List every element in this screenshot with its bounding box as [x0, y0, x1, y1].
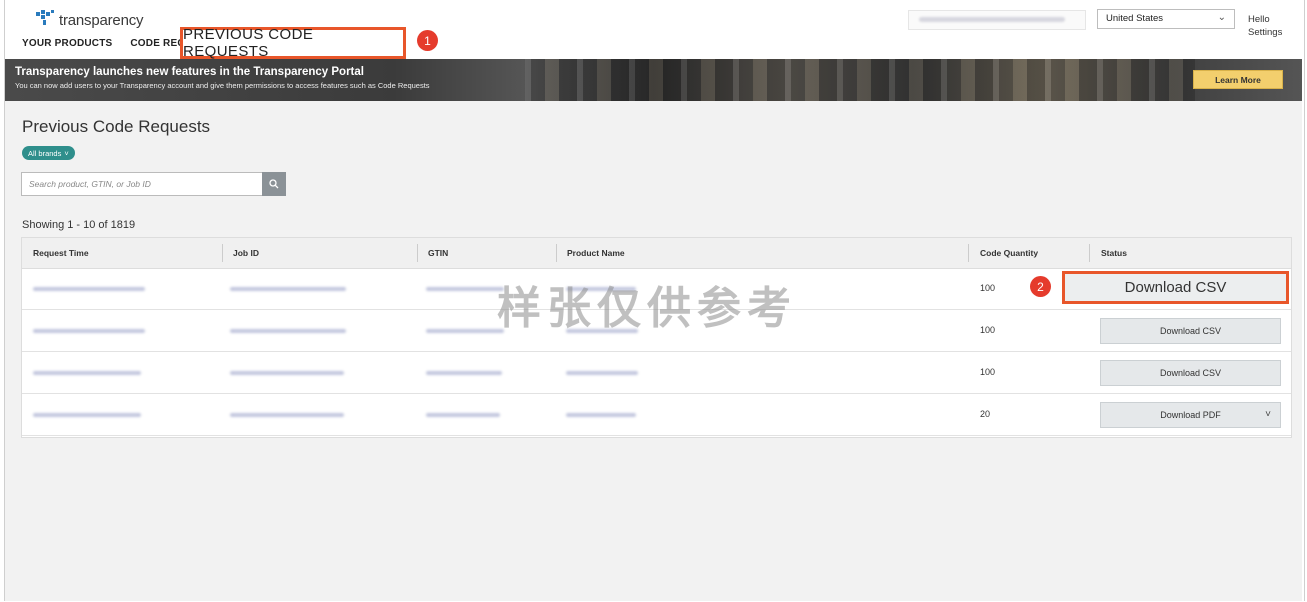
col-divider — [556, 244, 557, 262]
top-nav: YOUR PRODUCTS CODE REQUESTS — [22, 38, 188, 49]
brand-filter-label: All brands — [28, 148, 62, 158]
col-request-time[interactable]: Request Time — [33, 248, 89, 258]
user-menu[interactable]: Hello Settings — [1248, 13, 1282, 39]
page-title: Previous Code Requests — [22, 117, 211, 136]
code-quantity: 20 — [980, 409, 991, 419]
banner-background-image — [525, 59, 1195, 101]
download-csv-button[interactable]: Download CSV — [1100, 360, 1281, 386]
table-row: 100 Download CSV — [22, 352, 1291, 394]
table-row: 20 Download PDF ˅ — [22, 394, 1291, 436]
redacted-product-name — [566, 413, 636, 417]
redacted-gtin — [426, 287, 504, 291]
code-quantity: 100 — [980, 283, 996, 293]
download-button-label: Download CSV — [1159, 326, 1222, 336]
requests-table: Request Time Job ID GTIN Product Name Co… — [21, 237, 1292, 438]
callout-badge-2: 2 — [1030, 276, 1051, 297]
hello-label: Hello — [1248, 14, 1270, 25]
brand-filter-pill[interactable]: All brands ˅ — [22, 146, 75, 160]
banner-title: Transparency launches new features in th… — [15, 66, 364, 78]
banner-subtitle: You can now add users to your Transparen… — [15, 81, 430, 90]
col-divider — [1089, 244, 1090, 262]
callout-badge-1: 1 — [417, 30, 438, 51]
logo[interactable]: transparency — [34, 10, 144, 31]
country-select-value: United States — [1106, 13, 1164, 24]
redacted-job-id — [230, 287, 346, 291]
table-header: Request Time Job ID GTIN Product Name Co… — [22, 238, 1291, 269]
results-count: Showing 1 - 10 of 1819 — [22, 219, 136, 231]
download-pdf-button[interactable]: Download PDF ˅ — [1100, 402, 1281, 428]
redacted-request-time — [33, 329, 145, 333]
search-icon — [269, 179, 279, 189]
download-button-label: Download PDF — [1160, 410, 1221, 420]
redacted-gtin — [426, 371, 502, 375]
redacted-gtin — [426, 329, 504, 333]
settings-link[interactable]: Settings — [1248, 26, 1282, 39]
download-button-label: Download CSV — [1124, 279, 1227, 296]
redacted-job-id — [230, 413, 344, 417]
redacted-gtin — [426, 413, 500, 417]
col-divider — [222, 244, 223, 262]
code-quantity: 100 — [980, 325, 996, 335]
col-product-name[interactable]: Product Name — [567, 248, 625, 258]
col-code-quantity[interactable]: Code Quantity — [980, 248, 1038, 258]
col-job-id[interactable]: Job ID — [233, 248, 259, 258]
logo-text: transparency — [59, 12, 144, 29]
download-csv-button[interactable]: Download CSV — [1100, 318, 1281, 344]
chevron-down-icon: ˅ — [64, 148, 69, 158]
account-selector[interactable] — [908, 10, 1086, 30]
country-select[interactable]: United States ⌄ — [1097, 9, 1235, 29]
redacted-request-time — [33, 287, 145, 291]
search-input[interactable]: Search product, GTIN, or Job ID — [29, 179, 151, 189]
redacted-request-time — [33, 413, 141, 417]
announcement-banner: Transparency launches new features in th… — [5, 59, 1302, 101]
nav-your-products[interactable]: YOUR PRODUCTS — [22, 38, 112, 49]
redacted-product-name — [566, 371, 638, 375]
code-quantity: 100 — [980, 367, 996, 377]
download-button-label: Download CSV — [1159, 368, 1222, 378]
col-divider — [968, 244, 969, 262]
watermark: 样张仅供参考 — [497, 283, 797, 334]
col-gtin[interactable]: GTIN — [428, 248, 448, 258]
transparency-logo-icon — [34, 10, 56, 31]
search-button[interactable] — [262, 172, 286, 196]
redacted-job-id — [230, 371, 344, 375]
redacted-job-id — [230, 329, 346, 333]
chevron-down-icon: ⌄ — [1217, 12, 1226, 23]
learn-more-button[interactable]: Learn More — [1193, 70, 1283, 89]
redacted-request-time — [33, 371, 141, 375]
col-status[interactable]: Status — [1101, 248, 1127, 258]
nav-previous-code-requests[interactable]: PREVIOUS CODE REQUESTS — [180, 26, 406, 60]
search-box[interactable]: Search product, GTIN, or Job ID — [21, 172, 286, 196]
col-divider — [417, 244, 418, 262]
download-csv-button[interactable]: Download CSV — [1062, 271, 1289, 304]
redacted-account-name — [919, 17, 1065, 22]
chevron-down-icon[interactable]: ˅ — [1265, 409, 1271, 420]
